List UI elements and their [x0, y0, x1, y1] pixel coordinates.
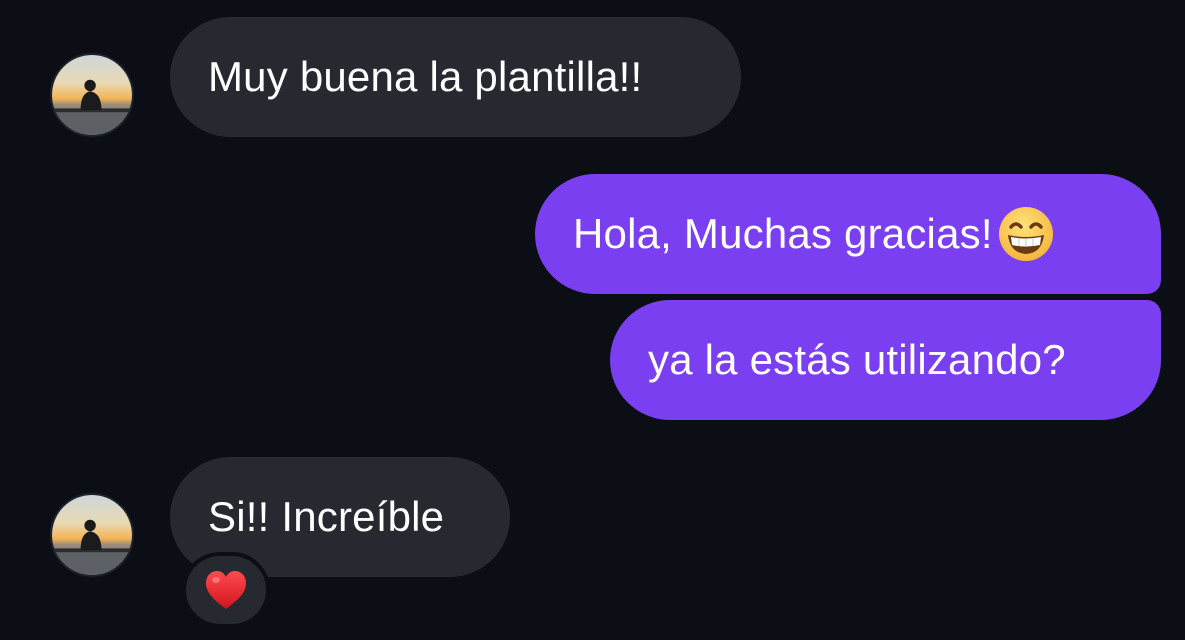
sunset-silhouette-avatar-icon	[52, 55, 132, 135]
message-bubble-outgoing[interactable]: Hola, Muchas gracias!	[535, 174, 1161, 294]
message-text: Si!! Increíble	[208, 493, 445, 540]
message-text: Muy buena la plantilla!!	[208, 53, 643, 100]
contact-avatar[interactable]	[50, 53, 134, 137]
message-bubble-outgoing[interactable]: ya la estás utilizando?	[610, 300, 1161, 420]
message-text: Hola, Muchas gracias!	[573, 210, 993, 257]
grinning-face-emoji-icon	[997, 205, 1055, 263]
message-bubble-incoming[interactable]: Muy buena la plantilla!!	[170, 17, 741, 137]
chat-thread: Muy buena la plantilla!! Hola, Muchas gr…	[0, 0, 1185, 640]
contact-avatar[interactable]	[50, 493, 134, 577]
message-text: ya la estás utilizando?	[648, 336, 1066, 383]
heart-icon	[206, 571, 246, 609]
reaction-badge[interactable]	[182, 552, 270, 628]
sunset-silhouette-avatar-icon	[52, 495, 132, 575]
